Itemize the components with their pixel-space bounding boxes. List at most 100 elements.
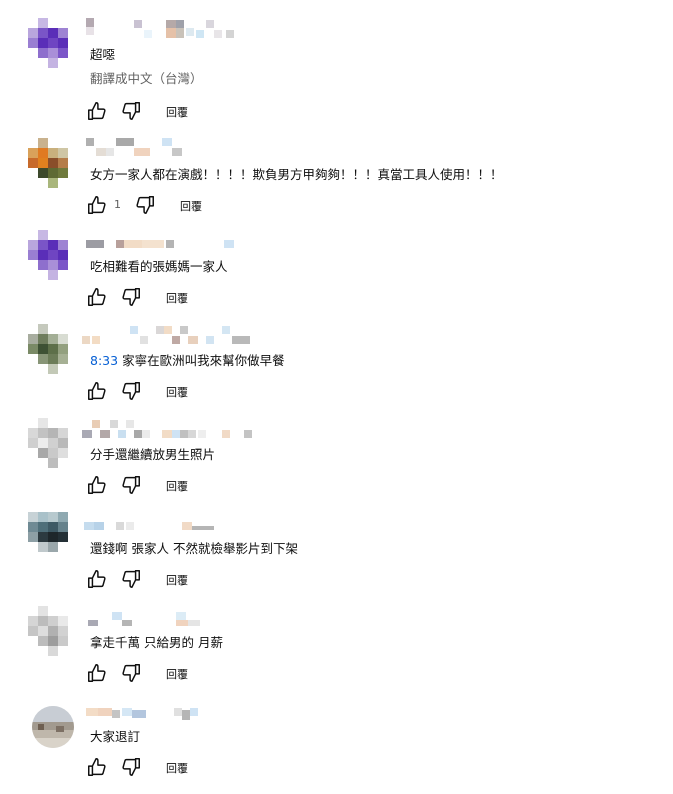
reply-button[interactable]: 回覆 xyxy=(166,666,188,682)
thumb-down-icon xyxy=(122,570,140,588)
translate-link[interactable]: 翻譯成中文（台灣） xyxy=(90,70,203,88)
avatar-image xyxy=(32,706,74,748)
thumb-down-icon xyxy=(122,664,140,682)
dislike-button[interactable] xyxy=(120,662,144,686)
comment-thread: 超噁 翻譯成中文（台灣） 回覆 xyxy=(0,18,673,120)
comment-text: 還錢啊 張家人 不然就檢舉影片到下架 xyxy=(90,541,298,556)
author-name[interactable] xyxy=(82,324,272,346)
thumb-up-icon xyxy=(88,570,106,588)
author-name-pixelated xyxy=(86,18,234,38)
comment-text: 大家退訂 xyxy=(90,729,141,744)
comment-actions: 回覆 xyxy=(86,568,286,592)
avatar[interactable] xyxy=(28,512,80,564)
avatar[interactable] xyxy=(28,418,80,470)
avatar-image xyxy=(28,230,68,280)
author-name-pixelated xyxy=(82,420,252,438)
dislike-button[interactable] xyxy=(120,474,144,498)
avatar[interactable] xyxy=(28,324,80,376)
author-name[interactable] xyxy=(82,138,272,160)
author-name-pixelated xyxy=(86,138,182,156)
comment-text: 8:33 家寧在歐洲叫我來幫你做早餐 xyxy=(90,352,285,370)
reply-button[interactable]: 回覆 xyxy=(166,760,188,776)
comment-text: 拿走千萬 只給男的 月薪 xyxy=(90,635,223,650)
dislike-button[interactable] xyxy=(120,756,144,780)
reply-button[interactable]: 回覆 xyxy=(180,198,202,214)
thumb-up-icon xyxy=(88,288,106,306)
like-button[interactable] xyxy=(86,474,110,498)
thumb-up-icon xyxy=(88,758,106,776)
like-button[interactable] xyxy=(86,286,110,310)
comment-actions: 回覆 xyxy=(86,756,286,780)
comment-thread: 還錢啊 張家人 不然就檢舉影片到下架 回覆 xyxy=(0,512,673,606)
avatar[interactable] xyxy=(28,138,80,190)
comment-actions: 回覆 xyxy=(86,100,286,124)
thumb-up-icon xyxy=(88,382,106,400)
comment-thread: 拿走千萬 只給男的 月薪 回覆 xyxy=(0,606,673,700)
like-button[interactable] xyxy=(86,568,110,592)
comment-thread: 分手還繼續放男生照片 回覆 xyxy=(0,418,673,512)
like-button[interactable] xyxy=(86,662,110,686)
thumb-down-icon xyxy=(136,196,154,214)
thumb-down-icon xyxy=(122,102,140,120)
author-name-pixelated xyxy=(82,326,250,344)
author-name[interactable] xyxy=(82,418,272,440)
thumb-up-icon xyxy=(88,476,106,494)
dislike-button[interactable] xyxy=(134,194,158,218)
reply-button[interactable]: 回覆 xyxy=(166,478,188,494)
comment-actions: 回覆 xyxy=(86,286,286,310)
avatar[interactable] xyxy=(28,230,80,282)
like-button[interactable] xyxy=(86,380,110,404)
avatar-image xyxy=(28,324,68,374)
thumb-down-icon xyxy=(122,288,140,306)
reply-button[interactable]: 回覆 xyxy=(166,290,188,306)
thumb-up-icon xyxy=(88,664,106,682)
avatar-image xyxy=(28,512,68,552)
comment-text: 吃相難看的張媽媽一家人 xyxy=(90,259,228,274)
reply-button[interactable]: 回覆 xyxy=(166,572,188,588)
like-button[interactable] xyxy=(86,100,110,124)
reply-button[interactable]: 回覆 xyxy=(166,384,188,400)
reply-button[interactable]: 回覆 xyxy=(166,104,188,120)
timestamp-link[interactable]: 8:33 xyxy=(90,353,118,368)
dislike-button[interactable] xyxy=(120,286,144,310)
dislike-button[interactable] xyxy=(120,568,144,592)
comment-text: 超噁 xyxy=(90,47,116,62)
thumb-down-icon xyxy=(122,476,140,494)
author-name[interactable] xyxy=(82,700,272,722)
thumb-down-icon xyxy=(122,382,140,400)
author-name-pixelated xyxy=(88,612,200,626)
thumb-up-icon xyxy=(88,196,106,214)
avatar[interactable] xyxy=(28,606,80,658)
comment-thread: 吃相難看的張媽媽一家人 回覆 xyxy=(0,230,673,324)
author-name-pixelated xyxy=(86,240,234,248)
comment-text: 分手還繼續放男生照片 xyxy=(90,447,216,462)
author-name[interactable] xyxy=(82,512,272,534)
comment-actions: 回覆 xyxy=(86,380,286,404)
comment-text: 女方一家人都在演戲！！！！欺負男方甲夠夠！！！真當工具人使用！！！ xyxy=(90,167,503,182)
like-button[interactable] xyxy=(86,194,110,218)
author-name-pixelated xyxy=(86,708,198,720)
author-name[interactable] xyxy=(82,18,272,40)
comment-actions: 回覆 xyxy=(86,662,286,686)
thumb-up-icon xyxy=(88,102,106,120)
comment-thread: 女方一家人都在演戲！！！！欺負男方甲夠夠！！！真當工具人使用！！！ 1 回覆 xyxy=(0,138,673,232)
comment-thread: 8:33 家寧在歐洲叫我來幫你做早餐 回覆 xyxy=(0,324,673,418)
author-name[interactable] xyxy=(82,230,272,252)
avatar[interactable] xyxy=(32,706,74,748)
avatar[interactable] xyxy=(28,18,80,70)
dislike-button[interactable] xyxy=(120,100,144,124)
thumb-down-icon xyxy=(122,758,140,776)
dislike-button[interactable] xyxy=(120,380,144,404)
avatar-image xyxy=(28,138,68,188)
author-name-pixelated xyxy=(84,522,214,530)
avatar-image xyxy=(28,606,68,656)
comment-text-body: 家寧在歐洲叫我來幫你做早餐 xyxy=(122,353,285,368)
like-button[interactable] xyxy=(86,756,110,780)
comment-thread: 大家退訂 回覆 xyxy=(0,700,673,794)
comment-actions: 回覆 xyxy=(86,474,286,498)
avatar-image xyxy=(28,18,68,68)
comment-actions: 1 回覆 xyxy=(86,194,286,218)
author-name[interactable] xyxy=(82,606,272,628)
like-count: 1 xyxy=(114,198,121,211)
avatar-image xyxy=(28,418,68,468)
